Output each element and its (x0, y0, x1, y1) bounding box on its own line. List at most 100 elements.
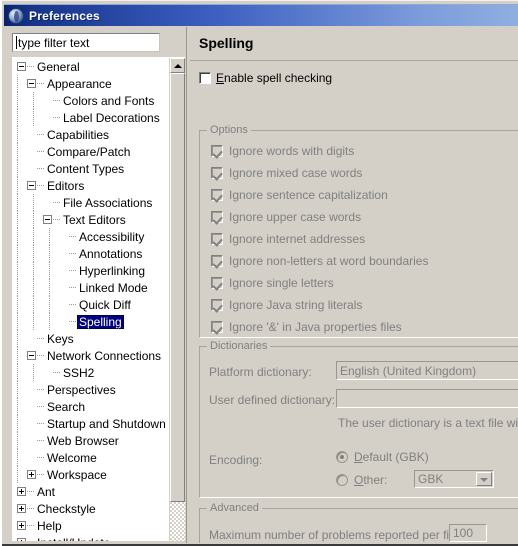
encoding-other-row[interactable]: Other: (336, 473, 387, 487)
option-row[interactable]: Ignore upper case words (211, 210, 361, 224)
tree-item-quick-diff[interactable]: Quick Diff (12, 296, 169, 313)
tree-item-workspace[interactable]: Workspace (12, 466, 169, 483)
tree-expand-icon[interactable] (17, 538, 26, 541)
title-bar[interactable]: Preferences (4, 4, 518, 26)
option-checkbox[interactable] (211, 233, 223, 245)
tree-item-install-update[interactable]: Install/Update (12, 534, 169, 541)
tree-expand-icon[interactable] (17, 487, 26, 496)
tree-item-colors-and-fonts[interactable]: Colors and Fonts (12, 92, 169, 109)
max-problems-input[interactable]: 100 (449, 524, 487, 542)
tree-expand-icon[interactable] (17, 521, 26, 530)
tree-guide-line (33, 262, 34, 279)
option-row[interactable]: Ignore single letters (211, 276, 334, 290)
tree-item-editors[interactable]: Editors (12, 177, 169, 194)
tree-item-ssh2[interactable]: SSH2 (12, 364, 169, 381)
dictionaries-group: Dictionaries Platform dictionary: Englis… (199, 340, 518, 498)
option-checkbox[interactable] (211, 277, 223, 289)
enable-spell-checking-checkbox[interactable] (199, 72, 211, 84)
tree-elbow (37, 466, 45, 483)
tree-item-file-associations[interactable]: File Associations (12, 194, 169, 211)
encoding-other-combo[interactable]: GBK (414, 470, 494, 488)
tree-item-label-decorations[interactable]: Label Decorations (12, 109, 169, 126)
option-checkbox[interactable] (211, 255, 223, 267)
tree-item-label: Perspectives (47, 382, 116, 397)
tree-item-linked-mode[interactable]: Linked Mode (12, 279, 169, 296)
tree-item-label: Label Decorations (63, 110, 160, 125)
chevron-down-icon[interactable] (476, 472, 492, 486)
tree-item-spelling[interactable]: Spelling (12, 313, 169, 330)
option-checkbox[interactable] (211, 321, 223, 333)
enable-spell-checking-row[interactable]: Enable spell checking (199, 71, 332, 85)
option-label: Ignore mixed case words (229, 166, 363, 180)
tree-guide-line (17, 432, 18, 449)
tree-item-startup-and-shutdown[interactable]: Startup and Shutdown (12, 415, 169, 432)
scrollbar-track[interactable] (170, 502, 185, 541)
tree-expand-icon[interactable] (27, 470, 36, 479)
tree-item-content-types[interactable]: Content Types (12, 160, 169, 177)
max-problems-label: Maximum number of problems reported per … (209, 528, 462, 542)
tree-item-annotations[interactable]: Annotations (12, 245, 169, 262)
tree-item-hyperlinking[interactable]: Hyperlinking (12, 262, 169, 279)
tree-item-general[interactable]: General (12, 58, 169, 75)
pane-divider (186, 27, 188, 544)
tree-item-keys[interactable]: Keys (12, 330, 169, 347)
tree-item-capabilities[interactable]: Capabilities (12, 126, 169, 143)
tree-item-network-connections[interactable]: Network Connections (12, 347, 169, 364)
tree-item-help[interactable]: Help (12, 517, 169, 534)
option-checkbox[interactable] (211, 167, 223, 179)
option-row[interactable]: Ignore '&' in Java properties files (211, 320, 402, 334)
option-checkbox[interactable] (211, 145, 223, 157)
scroll-up-arrow-icon[interactable] (170, 58, 185, 73)
tree-elbow (37, 432, 45, 449)
filter-input[interactable]: type filter text (12, 33, 160, 52)
encoding-other-radio[interactable] (336, 474, 348, 486)
option-checkbox[interactable] (211, 211, 223, 223)
preferences-tree[interactable]: General Appearance Colors and Fonts Label D… (12, 57, 185, 541)
tree-elbow (37, 415, 45, 432)
tree-item-compare-patch[interactable]: Compare/Patch (12, 143, 169, 160)
tree-vertical-scrollbar[interactable] (169, 58, 185, 541)
tree-item-accessibility[interactable]: Accessibility (12, 228, 169, 245)
tree-item-web-browser[interactable]: Web Browser (12, 432, 169, 449)
tree-guide-line (17, 143, 18, 160)
scrollbar-thumb[interactable] (170, 73, 185, 502)
tree-item-perspectives[interactable]: Perspectives (12, 381, 169, 398)
tree-item-label: Workspace (47, 467, 107, 482)
tree-item-ant[interactable]: Ant (12, 483, 169, 500)
tree-elbow (69, 279, 77, 296)
option-row[interactable]: Ignore mixed case words (211, 166, 362, 180)
tree-item-text-editors[interactable]: Text Editors (12, 211, 169, 228)
tree-item-label: Capabilities (47, 127, 110, 142)
encoding-default-row[interactable]: Default (GBK) (336, 450, 429, 464)
user-dictionary-input[interactable] (336, 389, 518, 408)
tree-item-search[interactable]: Search (12, 398, 169, 415)
option-checkbox[interactable] (211, 299, 223, 311)
tree-collapse-icon[interactable] (27, 181, 36, 190)
option-row[interactable]: Ignore Java string literals (211, 298, 362, 312)
option-checkbox[interactable] (211, 189, 223, 201)
tree-item-checkstyle[interactable]: Checkstyle (12, 500, 169, 517)
tree-guide-line (17, 296, 18, 313)
option-row[interactable]: Ignore words with digits (211, 144, 354, 158)
tree-guide-line (49, 228, 50, 245)
advanced-group: Advanced Maximum number of problems repo… (199, 502, 518, 546)
tree-elbow (37, 347, 45, 364)
tree-item-label: Editors (47, 178, 85, 193)
option-row[interactable]: Ignore non-letters at word boundaries (211, 254, 428, 268)
encoding-default-label-rest: efault (GBK) (362, 450, 429, 464)
tree-item-welcome[interactable]: Welcome (12, 449, 169, 466)
tree-collapse-icon[interactable] (17, 62, 26, 71)
option-row[interactable]: Ignore internet addresses (211, 232, 365, 246)
tree-guide-line (17, 75, 18, 92)
tree-collapse-icon[interactable] (27, 351, 36, 360)
tree-item-appearance[interactable]: Appearance (12, 75, 169, 92)
option-row[interactable]: Ignore sentence capitalization (211, 188, 388, 202)
tree-item-label: Quick Diff (79, 297, 131, 312)
tree-collapse-icon[interactable] (43, 215, 52, 224)
tree-collapse-icon[interactable] (27, 79, 36, 88)
tree-expand-icon[interactable] (17, 504, 26, 513)
encoding-default-radio[interactable] (336, 451, 348, 463)
